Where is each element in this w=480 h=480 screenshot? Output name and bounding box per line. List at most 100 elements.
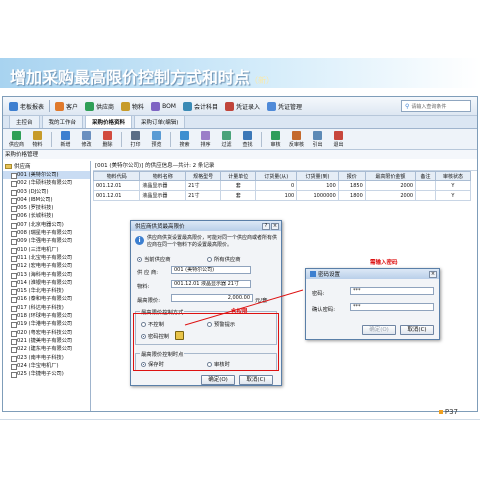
tree-item[interactable]: 016 (泰和电子有限公司 <box>3 295 90 304</box>
tree-item[interactable]: 020 (粤宏电子科技公司 <box>3 329 90 337</box>
tree-item[interactable]: 007 (北京电器公司) <box>3 221 90 230</box>
menu-item-material[interactable]: 物料 <box>119 101 146 112</box>
filter-button[interactable]: 过滤 <box>217 130 236 148</box>
bullet-icon <box>438 410 443 414</box>
tree-item[interactable]: 008 (瑞星电子有限公司 <box>3 229 90 238</box>
password-dialog: 密码设置 × 密码: *** 确认密码: *** 确定(O) 取消(C) <box>305 268 440 340</box>
tree-item[interactable]: 001 (美特尔公司) <box>3 171 90 180</box>
tree-item[interactable]: 025 (华捷电子公司) <box>3 370 90 379</box>
menu-item-voucher-entry[interactable]: 凭证录入 <box>223 101 262 112</box>
material-field[interactable]: 001.12.01 液晶显示器 21寸 <box>171 280 251 288</box>
column-header[interactable]: 物料代码 <box>93 171 141 181</box>
grid-caption: [001 (美特尔公司)] 的供应信息—共计: 2 条记录 <box>93 161 477 171</box>
column-header[interactable]: 物料名称 <box>139 171 187 181</box>
column-header[interactable]: 计量单位 <box>220 171 257 181</box>
edit-button[interactable]: 修改 <box>77 130 96 148</box>
tree-item[interactable]: 022 (建东电子有限公司 <box>3 345 90 354</box>
tree-item[interactable]: 009 (华强电子有限公司 <box>3 237 90 246</box>
tab-workbench[interactable]: 我的工作台 <box>41 115 84 128</box>
menu-item-customer[interactable]: 客户 <box>53 101 80 112</box>
menu-item-bom[interactable]: BOM <box>149 101 178 112</box>
exit-button[interactable]: 退出 <box>329 130 348 148</box>
cancel-button[interactable]: 取消(C) <box>400 325 434 335</box>
menu-item-supplier[interactable]: 供应商 <box>83 101 116 112</box>
find-button[interactable]: 查找 <box>238 130 257 148</box>
supplier-tree: 供应商 001 (美特尔公司) 002 (华硕科技有限公司 003 (DJ公司)… <box>3 161 91 411</box>
supplier-button[interactable]: 供应商 <box>7 130 26 148</box>
tree-item[interactable]: 011 (北宝电子有限公司 <box>3 254 90 263</box>
tree-item[interactable]: 003 (DJ公司) <box>3 188 90 196</box>
new-button[interactable]: 新增 <box>56 130 75 148</box>
tree-item[interactable]: 004 (IBM公司) <box>3 196 90 205</box>
table-cell: 100 <box>296 180 339 191</box>
tree-item[interactable]: 021 (捷美电子有限公司 <box>3 337 90 346</box>
tree-item[interactable]: 005 (罗技科技) <box>3 204 90 213</box>
search-placeholder: 请输入查询条件 <box>411 103 447 110</box>
dialog-description: 供应商供货设置最高限价，可能对同一个供应商或者所有供应商在同一个物料下的设置最高… <box>147 235 278 248</box>
audit-button[interactable]: 审核 <box>266 130 285 148</box>
column-header[interactable]: 最高限价金额 <box>364 171 417 181</box>
people-icon <box>55 101 65 111</box>
tab-purchase-price[interactable]: 采购价格资料 <box>85 115 133 128</box>
tree-item[interactable]: 018 (环球电子有限公司 <box>3 312 90 321</box>
limit-field[interactable]: 2,000.00 <box>171 294 253 302</box>
ok-button[interactable]: 确定(O) <box>362 325 396 335</box>
confirm-password-label: 确认密码: <box>312 307 335 313</box>
tree-item[interactable]: 013 (海科电子有限公司 <box>3 271 90 279</box>
table-row[interactable]: 001.12.01 液晶显示器 21寸 套 0 100 1850 2000 Y <box>93 180 472 191</box>
info-icon: i <box>135 236 144 245</box>
column-header[interactable]: 订货量(到) <box>296 171 339 181</box>
tree-item[interactable]: 006 (长城科技) <box>3 212 90 221</box>
supplier-field[interactable]: 001 (美特尔公司) <box>171 266 251 274</box>
sort-button[interactable]: 排序 <box>196 130 215 148</box>
table-row[interactable]: 001.12.01 液晶显示器 21寸 套 100 1000000 1800 2… <box>93 190 472 201</box>
password-field[interactable]: *** <box>350 287 434 295</box>
tree-item[interactable]: 024 (华宝电机厂) <box>3 362 90 371</box>
dialog-body: i 供应商供货设置最高限价，可能对同一个供应商或者所有供应商在同一个物料下的设置… <box>131 231 281 387</box>
tree-item[interactable]: 015 (华北电子科技) <box>3 287 90 296</box>
tree-item[interactable]: 002 (华硕科技有限公司 <box>3 179 90 188</box>
menu-item-voucher-manage[interactable]: 凭证管理 <box>265 101 304 112</box>
column-header[interactable]: 订货量(从) <box>255 171 298 181</box>
export-button[interactable]: 引出 <box>308 130 327 148</box>
help-icon[interactable]: ? <box>262 222 270 230</box>
tree-item[interactable]: 010 (三洋电机厂) <box>3 246 90 254</box>
tab-purchase-order[interactable]: 采购订单(编辑) <box>134 115 186 128</box>
menu-item-reports[interactable]: 老板报表 <box>7 101 46 112</box>
table-cell: 2000 <box>364 180 417 191</box>
ok-button[interactable]: 确定(O) <box>201 375 235 385</box>
search-input[interactable]: ⚲ 请输入查询条件 <box>401 100 471 112</box>
column-header[interactable]: 报价 <box>337 171 366 181</box>
unaudit-button[interactable]: 反审核 <box>287 130 306 148</box>
preview-button[interactable]: 预览 <box>147 130 166 148</box>
tree-item[interactable]: 023 (南丰电子科技) <box>3 354 90 362</box>
tree-item[interactable]: 012 (宏电电子有限公司 <box>3 262 90 271</box>
radio-dot <box>137 256 142 262</box>
tab-console[interactable]: 主控台 <box>9 115 40 128</box>
footer-divider <box>0 419 480 420</box>
column-header[interactable]: 备注 <box>415 171 436 181</box>
material-button[interactable]: 物料 <box>28 130 47 148</box>
tree-root[interactable]: 供应商 <box>3 161 90 171</box>
folder-icon <box>5 163 12 169</box>
table-cell: Y <box>434 180 472 191</box>
delete-button[interactable]: 删除 <box>98 130 117 148</box>
exit-icon <box>334 130 343 140</box>
cancel-button[interactable]: 取消(C) <box>239 375 273 385</box>
scope-current-radio[interactable]: 当前供应商 <box>137 255 171 263</box>
uncheck-icon <box>292 130 301 140</box>
menu-item-accounts[interactable]: 会计科目 <box>181 101 220 112</box>
table-cell <box>415 190 436 201</box>
tree-item[interactable]: 019 (华港电子有限公司 <box>3 320 90 329</box>
scope-all-radio[interactable]: 所有供应商 <box>207 255 241 263</box>
close-icon[interactable]: × <box>271 222 279 230</box>
confirm-password-field[interactable]: *** <box>350 303 434 311</box>
column-header[interactable]: 规格型号 <box>185 171 222 181</box>
column-header[interactable]: 审核状态 <box>434 171 472 181</box>
close-icon[interactable]: × <box>429 270 437 278</box>
print-button[interactable]: 打印 <box>126 130 145 148</box>
tree-item[interactable]: 014 (淮银电子有限公司 <box>3 279 90 288</box>
slide-title-suffix: （新） <box>250 76 275 85</box>
tree-item[interactable]: 017 (科达电子科技) <box>3 304 90 313</box>
search-button[interactable]: 搜索 <box>175 130 194 148</box>
